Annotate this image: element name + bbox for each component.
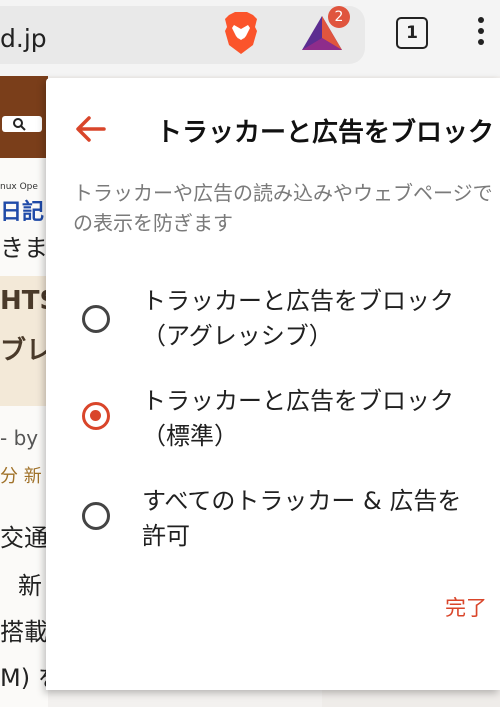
bg-text: 新 (18, 572, 42, 600)
url-text: d.jp (0, 24, 47, 53)
radio-allow-all[interactable] (82, 502, 110, 530)
option-allow-all[interactable]: すべてのトラッカー & 広告を 許可 (46, 482, 500, 572)
done-button[interactable]: 完了 (445, 592, 487, 622)
tab-switcher-button[interactable]: 1 (396, 17, 428, 49)
brave-shields-icon[interactable] (221, 11, 261, 55)
dialog-title: トラッカーと広告をブロック (156, 118, 495, 148)
site-header (0, 76, 48, 158)
option-label: トラッカーと広告をブロック （アグレッシブ） (142, 287, 454, 350)
site-search-box (2, 116, 42, 132)
radio-aggressive[interactable] (82, 305, 110, 333)
more-menu-icon[interactable] (474, 14, 488, 50)
bg-text: ブレ (0, 336, 48, 366)
background-page-strip (322, 690, 500, 707)
bg-text: 交通 (0, 524, 48, 552)
radio-standard[interactable] (82, 402, 110, 430)
bg-text: HTS (0, 286, 48, 316)
background-page: nux Ope 日記 きま HTS ブレ - by 分 新 交通 新 搭載 M)… (0, 76, 48, 707)
rewards-badge: 2 (328, 6, 350, 28)
browser-toolbar: d.jp 2 1 (0, 0, 500, 76)
bg-text: 搭載 (0, 618, 48, 646)
bg-text: 日記 (0, 200, 45, 225)
back-arrow-icon[interactable] (74, 114, 108, 144)
option-label: トラッカーと広告をブロック （標準） (142, 387, 454, 450)
search-icon (13, 118, 26, 131)
option-aggressive[interactable]: トラッカーと広告をブロック （アグレッシブ） (46, 282, 500, 372)
bg-text: 分 新 (0, 466, 42, 487)
option-label: すべてのトラッカー & 広告を 許可 (142, 487, 462, 550)
tracker-blocking-dialog: トラッカーと広告をブロック トラッカーや広告の読み込みやウェブページでの表示を防… (46, 78, 500, 690)
bg-text: - by (0, 426, 39, 450)
bg-text: きま (0, 234, 48, 262)
option-standard[interactable]: トラッカーと広告をブロック （標準） (46, 382, 500, 472)
dialog-description: トラッカーや広告の読み込みやウェブページでの表示を防ぎます (73, 181, 493, 235)
bg-text: M) を (0, 664, 48, 692)
